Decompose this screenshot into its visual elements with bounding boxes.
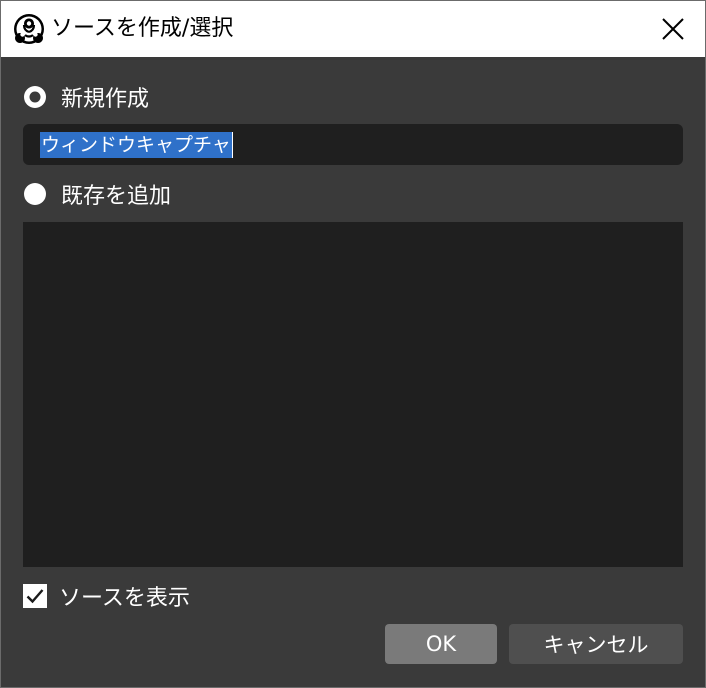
make-visible-checkbox-option[interactable]: ソースを表示 xyxy=(23,578,190,614)
radio-unselected-icon[interactable] xyxy=(23,182,47,206)
source-name-value: ウィンドウキャプチャ xyxy=(40,131,232,158)
existing-source-radio-option[interactable]: 既存を追加 xyxy=(23,177,171,211)
make-visible-label: ソースを表示 xyxy=(59,586,190,611)
new-source-radio-option[interactable]: 新規作成 xyxy=(23,80,149,114)
close-icon xyxy=(662,18,684,40)
dialog-title: ソースを作成/選択 xyxy=(51,16,234,41)
obs-logo-icon xyxy=(14,14,44,44)
dialog-content: 新規作成 ウィンドウキャプチャ 既存を追加 ソースを表示 OK キャンセル xyxy=(1,57,705,687)
checkbox-checked-icon[interactable] xyxy=(23,584,47,608)
existing-source-list[interactable] xyxy=(23,222,683,567)
source-name-input[interactable]: ウィンドウキャプチャ xyxy=(23,124,683,165)
radio-selected-icon[interactable] xyxy=(23,85,47,109)
new-source-label: 新規作成 xyxy=(61,87,150,112)
text-caret xyxy=(231,131,233,158)
existing-source-label: 既存を追加 xyxy=(61,184,172,209)
title-bar[interactable]: ソースを作成/選択 xyxy=(1,1,705,57)
close-button[interactable] xyxy=(641,1,705,57)
ok-button[interactable]: OK xyxy=(385,624,497,664)
cancel-button[interactable]: キャンセル xyxy=(509,624,683,664)
create-select-source-dialog: ソースを作成/選択 新規作成 ウィンドウキャプチャ 既存を追加 ソースを表示 O… xyxy=(0,0,706,688)
